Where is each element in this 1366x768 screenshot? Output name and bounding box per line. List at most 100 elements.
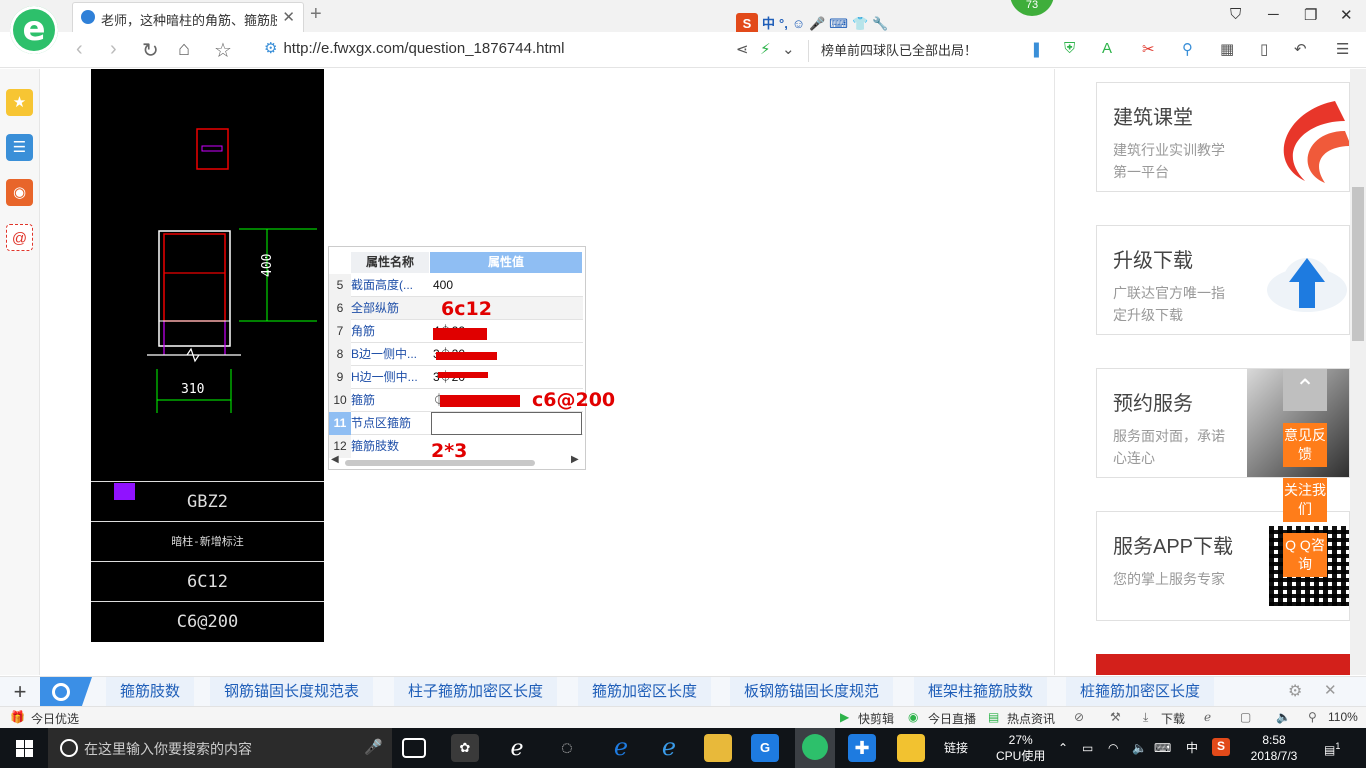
gift-icon[interactable]: 🎁 bbox=[10, 710, 25, 724]
internet-explorer-icon[interactable]: ℯ bbox=[655, 734, 683, 762]
microphone-icon[interactable]: 🎤 bbox=[364, 738, 383, 756]
follow-us-button[interactable]: 关注我们 bbox=[1283, 478, 1327, 522]
download-icon[interactable]: ⤓ bbox=[1143, 710, 1148, 725]
plus-app-icon[interactable]: ✚ bbox=[848, 734, 876, 762]
search-icon[interactable]: ⚲ bbox=[1182, 40, 1193, 58]
related-search-item[interactable]: 框架柱箍筋肢数 bbox=[914, 677, 1048, 707]
scroll-left-icon[interactable]: ◀ bbox=[331, 454, 339, 465]
new-tab-button[interactable]: + bbox=[310, 3, 322, 26]
close-bar-icon[interactable]: ✕ bbox=[1324, 681, 1337, 699]
chevron-down-icon[interactable]: ⌄ bbox=[782, 40, 795, 58]
links-toolbar[interactable]: 链接 bbox=[944, 740, 968, 756]
lightning-icon[interactable]: ⚡ bbox=[760, 40, 771, 58]
menu-icon[interactable]: ☰ bbox=[1336, 40, 1349, 58]
active-browser-task[interactable] bbox=[795, 728, 835, 768]
pin-icon[interactable]: ⛉ bbox=[1230, 6, 1241, 23]
favorite-star-icon[interactable]: ☆ bbox=[214, 38, 232, 63]
ie-mode-icon[interactable]: ℯ bbox=[1204, 710, 1211, 724]
favorites-star-icon[interactable]: ★ bbox=[6, 89, 33, 116]
table-row[interactable]: 5 截面高度(... 400 bbox=[329, 274, 583, 297]
back-icon[interactable]: ‹ bbox=[76, 38, 83, 61]
browser-tab[interactable]: 老师，这种暗柱的角筋、箍筋肢数 ✕ bbox=[72, 2, 304, 32]
row-name: H边一侧中... bbox=[351, 370, 418, 384]
volume-icon[interactable]: 🔈 bbox=[1276, 710, 1291, 724]
file-explorer-icon[interactable] bbox=[704, 734, 732, 762]
home-icon[interactable]: ⌂ bbox=[178, 38, 190, 61]
daily-picks-link[interactable]: 今日优选 bbox=[31, 710, 79, 727]
forward-icon[interactable]: › bbox=[110, 38, 117, 61]
ad-banner-red[interactable] bbox=[1096, 654, 1350, 675]
screenshot-icon[interactable]: ✂ bbox=[1142, 40, 1155, 58]
settings-gear-icon[interactable]: ⚙ bbox=[1288, 681, 1302, 701]
quick-edit-link[interactable]: 快剪辑 bbox=[858, 710, 894, 727]
edge-icon[interactable]: ℯ bbox=[607, 734, 635, 762]
close-icon[interactable]: ✕ bbox=[1340, 6, 1353, 24]
task-view-icon[interactable] bbox=[402, 738, 426, 758]
feedback-button[interactable]: 意见反馈 bbox=[1283, 423, 1327, 467]
address-bar[interactable]: ⚙ http://e.fwxgx.com/question_1876744.htm… bbox=[264, 39, 564, 57]
related-search-item[interactable]: 桩箍筋加密区长度 bbox=[1066, 677, 1215, 707]
minimize-icon[interactable]: ─ bbox=[1268, 6, 1279, 23]
list-icon[interactable]: ☰ bbox=[6, 134, 33, 161]
windows-start-icon[interactable] bbox=[0, 728, 48, 768]
taskbar-search[interactable]: 在这里输入你要搜索的内容 🎤 bbox=[48, 728, 392, 768]
news-ticker[interactable]: 榜单前四球队已全部出局！ bbox=[808, 40, 1008, 62]
live-link[interactable]: 今日直播 bbox=[928, 710, 976, 727]
window-icon[interactable]: ▢ bbox=[1240, 710, 1251, 724]
reader-icon[interactable]: ▯ bbox=[1260, 40, 1268, 58]
notification-icon[interactable]: ▤1 bbox=[1324, 738, 1340, 758]
apps-icon[interactable]: ▦ bbox=[1220, 40, 1234, 58]
tool-icon[interactable]: ⚒ bbox=[1110, 710, 1121, 724]
scroll-right-icon[interactable]: ▶ bbox=[571, 454, 579, 465]
tray-expand-icon[interactable]: ⌃ bbox=[1058, 740, 1068, 756]
table-row-selected[interactable]: 11 节点区箍筋 bbox=[329, 412, 583, 435]
ime-tray-label[interactable]: 中 bbox=[1186, 740, 1198, 756]
related-search-item[interactable]: 箍筋肢数 bbox=[106, 677, 195, 707]
cortana-icon[interactable] bbox=[60, 739, 78, 757]
zoom-icon[interactable]: ⚲ bbox=[1308, 710, 1317, 724]
download-link[interactable]: 下载 bbox=[1161, 710, 1185, 727]
translate-icon[interactable]: A bbox=[1102, 40, 1112, 57]
keyboard-tray-icon[interactable]: ⌨ bbox=[1154, 740, 1171, 756]
header-property-value: 属性值 bbox=[430, 252, 582, 273]
restore-icon[interactable]: ❐ bbox=[1304, 6, 1317, 24]
qq-consult-button[interactable]: Q Q咨询 bbox=[1283, 533, 1327, 577]
site-info-icon[interactable]: ⚙ bbox=[264, 40, 277, 57]
undo-icon[interactable]: ↶ bbox=[1294, 40, 1307, 58]
ad-card-upgrade[interactable]: 升级下载 广联达官方唯一指定升级下载 bbox=[1096, 225, 1350, 335]
wifi-icon[interactable]: ◠ bbox=[1108, 740, 1118, 756]
share-icon[interactable]: ⋖ bbox=[736, 40, 749, 58]
related-search-item[interactable]: 板钢筋锚固长度规范 bbox=[730, 677, 894, 707]
notes-app-icon[interactable] bbox=[897, 734, 925, 762]
pinwheel-app-icon[interactable]: ✿ bbox=[451, 734, 479, 762]
shield-icon[interactable]: ⛨ bbox=[1064, 40, 1075, 57]
mail-icon[interactable]: @ bbox=[6, 224, 33, 251]
browser-logo[interactable]: e bbox=[10, 6, 58, 54]
zoom-level[interactable]: 110% bbox=[1328, 710, 1358, 724]
search-icon[interactable] bbox=[40, 677, 92, 707]
add-icon[interactable]: + bbox=[0, 677, 40, 707]
weibo-icon[interactable]: ◉ bbox=[6, 179, 33, 206]
battery-icon[interactable]: ▭ bbox=[1082, 740, 1093, 756]
ad-desc: 您的掌上服务专家 bbox=[1113, 571, 1225, 587]
notification-count: 1 bbox=[1335, 741, 1341, 751]
sogou-tray-icon[interactable]: S bbox=[1212, 738, 1230, 756]
page-scrollbar[interactable] bbox=[1350, 69, 1366, 675]
extension-icon[interactable]: ❚ bbox=[1030, 40, 1043, 58]
related-search-item[interactable]: 箍筋加密区长度 bbox=[578, 677, 712, 707]
speed-icon[interactable]: ⊘ bbox=[1074, 710, 1084, 724]
row-value-input[interactable] bbox=[431, 412, 582, 435]
clock[interactable]: 8:58 2018/7/3 bbox=[1244, 732, 1304, 764]
hot-news-link[interactable]: 热点资讯 bbox=[1007, 710, 1055, 727]
tab-close-icon[interactable]: ✕ bbox=[282, 8, 295, 26]
ad-card-course[interactable]: 建筑课堂 建筑行业实训教学第一平台 bbox=[1096, 82, 1350, 192]
related-search-item[interactable]: 柱子箍筋加密区长度 bbox=[394, 677, 558, 707]
glodon-app-icon[interactable]: G bbox=[751, 734, 779, 762]
volume-tray-icon[interactable]: 🔈 bbox=[1132, 740, 1147, 756]
back-to-top-icon[interactable]: ⌃ bbox=[1283, 369, 1327, 411]
ie-browser-icon[interactable]: ℯ bbox=[503, 734, 531, 762]
refresh-icon[interactable]: ↻ bbox=[142, 38, 159, 63]
page-scrollbar-thumb[interactable] bbox=[1352, 187, 1364, 341]
browser-swirl-icon[interactable]: ◌ bbox=[553, 734, 581, 762]
related-search-item[interactable]: 钢筋锚固长度规范表 bbox=[210, 677, 374, 707]
